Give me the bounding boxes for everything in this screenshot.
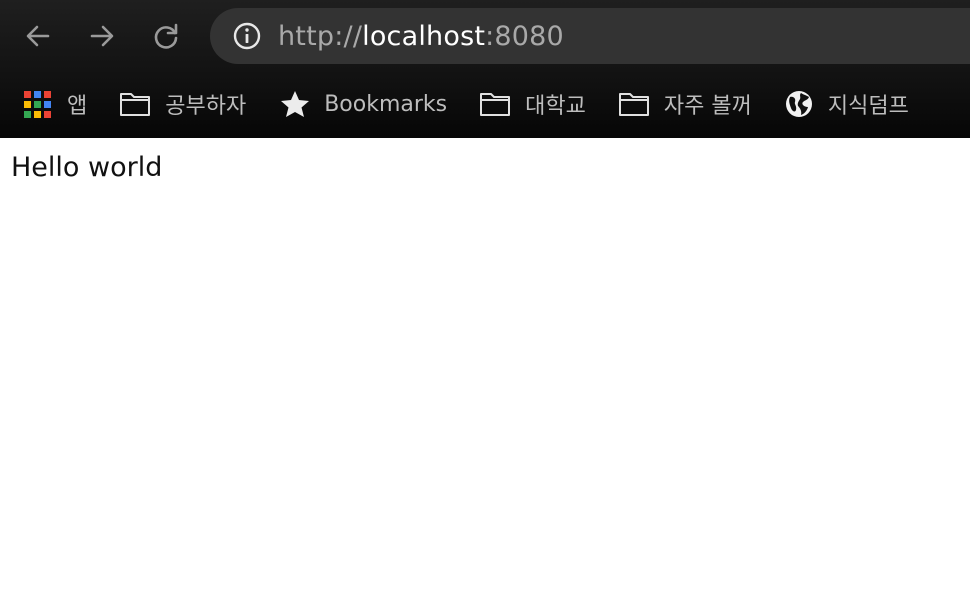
arrow-right-icon [90, 25, 114, 47]
forward-button[interactable] [82, 16, 122, 56]
bookmark-folder-frequent[interactable]: 자주 볼꺼 [608, 82, 762, 126]
folder-icon [119, 91, 151, 117]
star-icon [280, 90, 310, 118]
hello-text: Hello world [11, 152, 163, 183]
address-bar[interactable]: http://localhost:8080 [210, 8, 970, 64]
folder-icon [479, 91, 511, 117]
bookmark-folder-university[interactable]: 대학교 [469, 82, 596, 126]
reload-button[interactable] [146, 16, 186, 56]
reload-icon [154, 23, 178, 49]
bookmark-label: 지식덤프 [827, 94, 909, 119]
arrow-left-icon [26, 25, 50, 47]
url-host: localhost [362, 20, 486, 52]
info-circle-icon[interactable] [232, 21, 262, 51]
apps-grid-icon [24, 90, 51, 118]
url-text[interactable]: http://localhost:8080 [278, 21, 564, 52]
globe-icon [784, 89, 814, 119]
bookmark-label: 자주 볼꺼 [663, 94, 752, 119]
url-port: :8080 [485, 20, 564, 52]
bookmark-apps[interactable]: 앱 [14, 82, 97, 126]
bookmark-label: 공부하자 [165, 94, 247, 119]
browser-toolbar: http://localhost:8080 [0, 0, 970, 72]
back-button[interactable] [18, 16, 58, 56]
page-content: Hello world [0, 138, 970, 197]
bookmark-knowledge-dump[interactable]: 지식덤프 [774, 82, 919, 126]
url-scheme: http:// [278, 20, 363, 52]
folder-icon [618, 91, 650, 117]
bookmark-folder-study[interactable]: 공부하자 [109, 82, 256, 126]
bookmark-label: 앱 [67, 94, 88, 119]
bookmark-label: Bookmarks [324, 91, 448, 117]
browser-chrome: http://localhost:8080 앱 공부하자 Bookmarks 대… [0, 0, 970, 138]
bookmark-folder-bookmarks[interactable]: Bookmarks [270, 82, 457, 126]
bookmarks-bar: 앱 공부하자 Bookmarks 대학교 자주 볼꺼 지식덤프 [0, 72, 970, 136]
bookmark-label: 대학교 [525, 94, 586, 119]
